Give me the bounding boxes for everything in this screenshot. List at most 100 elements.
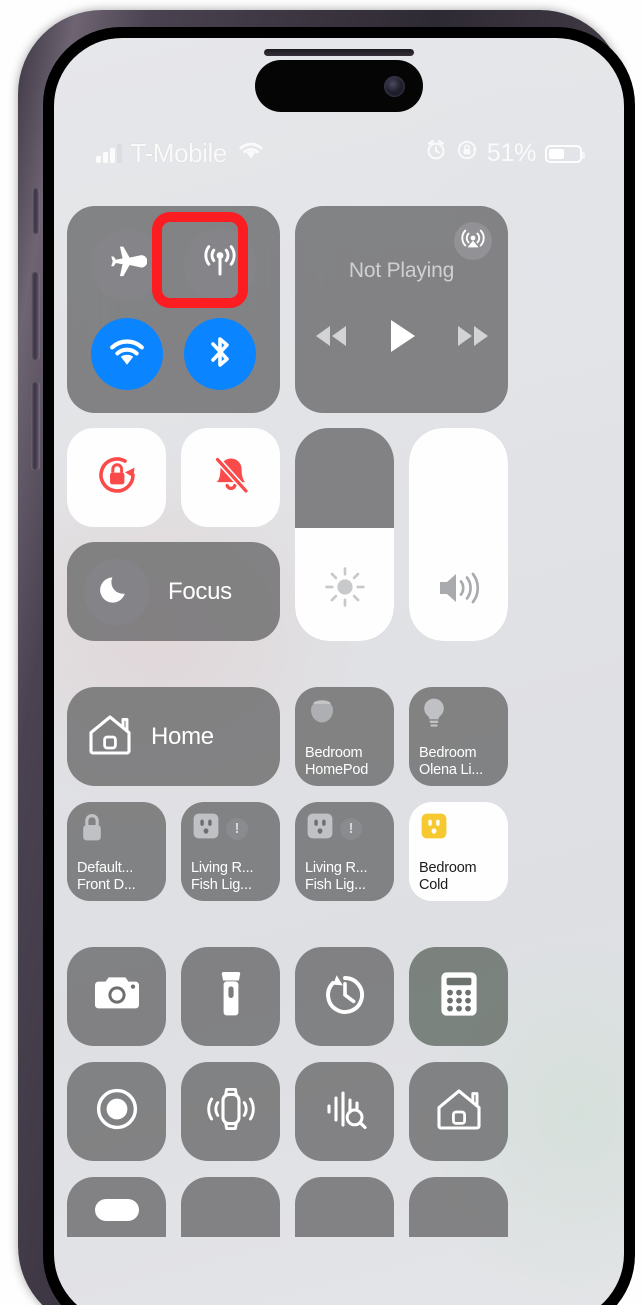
silent-switch-button[interactable] [32, 188, 40, 234]
status-bar-right: 51% [425, 139, 585, 168]
ping-watch-icon [202, 1084, 260, 1139]
screen-record-button[interactable] [67, 1062, 166, 1161]
accessibility-button[interactable] [409, 1177, 508, 1237]
transport-controls [311, 317, 493, 360]
flashlight-button[interactable] [181, 947, 280, 1046]
status-bar-left: T-Mobile [96, 138, 266, 169]
accessory-bedroom-olena-light[interactable]: Bedroom Olena Li... [409, 687, 508, 786]
lightbulb-icon [419, 696, 449, 737]
timer-button[interactable] [295, 947, 394, 1046]
accessory-icon-row [419, 696, 500, 737]
rotation-lock-button[interactable] [67, 428, 166, 527]
accessory-bedroom-cold[interactable]: Bedroom Cold [409, 802, 508, 901]
phone-screen: T-Mobile 51% Not Playing Focus Home Bedr… [54, 38, 624, 1305]
calculator-button[interactable] [409, 947, 508, 1046]
play-button[interactable] [385, 317, 419, 360]
camera-icon [91, 971, 143, 1022]
bluetooth-button[interactable] [183, 318, 256, 391]
accessory-icon-row [305, 696, 386, 737]
bell-slash-icon [203, 447, 259, 508]
volume-down-button[interactable] [31, 382, 40, 470]
camera-button[interactable] [67, 947, 166, 1046]
focus-button[interactable]: Focus [67, 542, 280, 641]
phone-frame: T-Mobile 51% Not Playing Focus Home Bedr… [18, 10, 635, 1305]
accessory-living-room-fish-light-2[interactable]: ! Living R... Fish Lig... [295, 802, 394, 901]
media-playback-module: Not Playing [295, 206, 508, 413]
toggle-pair [67, 428, 280, 527]
focus-icon-circle [84, 558, 150, 625]
sliders-group [295, 428, 508, 641]
home-app-button[interactable]: Home [67, 687, 280, 786]
cellular-antenna-icon [199, 241, 241, 288]
wifi-icon [236, 139, 266, 168]
volume-up-button[interactable] [31, 272, 40, 360]
volume-slider[interactable] [409, 428, 508, 641]
airplay-audio-icon [460, 226, 486, 257]
timer-icon [319, 968, 371, 1025]
ping-watch-button[interactable] [181, 1062, 280, 1161]
shortcuts-row-1 [67, 947, 611, 1046]
low-power-mode-button[interactable] [181, 1177, 280, 1237]
accessory-icon-row [77, 811, 158, 850]
status-bar: T-Mobile 51% [54, 138, 624, 169]
carrier-name: T-Mobile [130, 138, 228, 168]
dynamic-island[interactable] [255, 60, 423, 112]
accessory-living-room-fish-light-1[interactable]: ! Living R... Fish Lig... [181, 802, 280, 901]
rewind-button[interactable] [311, 322, 351, 355]
accessory-label: Bedroom Cold [419, 860, 477, 893]
flashlight-icon [215, 968, 247, 1025]
accessory-default-front-door[interactable]: Default... Front D... [67, 802, 166, 901]
front-camera-icon [384, 75, 405, 97]
alarm-clock-icon [425, 139, 447, 168]
airplay-audio-button[interactable] [454, 222, 492, 260]
shortcuts-row-2 [67, 1062, 611, 1161]
lock-icon [77, 811, 107, 850]
brightness-sun-icon [322, 564, 368, 615]
focus-label: Focus [168, 577, 232, 605]
home-controls-row-2: Default... Front D... ! Living R... Fish… [67, 802, 611, 901]
airplane-icon [107, 242, 148, 287]
accessory-icon-row: ! [191, 811, 272, 846]
calculator-icon [438, 969, 480, 1024]
accessory-label: Bedroom HomePod [305, 745, 369, 778]
battery-percentage: 51% [486, 139, 536, 167]
bluetooth-icon [199, 331, 241, 378]
wifi-button[interactable] [91, 318, 164, 391]
power-outlet-icon [305, 811, 335, 846]
battery-icon [545, 144, 585, 163]
dark-mode-icon [94, 1199, 139, 1221]
cc-top-row: Not Playing [67, 206, 611, 413]
accessory-warning-badge: ! [340, 817, 362, 840]
accessory-label: Living R... Fish Lig... [305, 860, 368, 893]
cc-second-row: Focus [67, 428, 611, 641]
connectivity-module [67, 206, 280, 413]
airplane-mode-button[interactable] [91, 228, 164, 301]
toggles-column: Focus [67, 428, 280, 641]
power-outlet-icon [191, 811, 221, 846]
silent-mode-button[interactable] [181, 428, 280, 527]
homepod-icon [305, 696, 339, 737]
now-playing-status: Not Playing [348, 259, 455, 282]
screen-record-icon [91, 1083, 143, 1140]
fast-forward-button[interactable] [453, 322, 493, 355]
home-house-icon [433, 1084, 485, 1139]
music-recognition-button[interactable] [295, 1062, 394, 1161]
shortcuts-row-3-partial [67, 1177, 611, 1237]
accessory-bedroom-homepod[interactable]: Bedroom HomePod [295, 687, 394, 786]
wifi-icon [106, 335, 148, 374]
home-shortcut-button[interactable] [409, 1062, 508, 1161]
moon-icon [99, 571, 135, 612]
dark-mode-button[interactable] [67, 1177, 166, 1237]
home-house-icon [85, 710, 135, 763]
speaker-waves-icon [434, 566, 484, 615]
shazam-icon [319, 1084, 371, 1139]
accessory-warning-badge: ! [226, 817, 248, 840]
hearing-button[interactable] [295, 1177, 394, 1237]
screenshot-stage: T-Mobile 51% Not Playing Focus Home Bedr… [0, 0, 642, 1305]
accessory-label: Default... Front D... [77, 860, 136, 893]
brightness-slider[interactable] [295, 428, 394, 641]
cellular-data-button[interactable] [183, 228, 256, 301]
home-controls-row-1: Home Bedroom HomePod Bedroom Olena Li... [67, 687, 611, 786]
control-center: Not Playing Focus Home Bedroom HomePod B… [54, 206, 624, 1237]
earpiece-speaker [264, 49, 414, 56]
